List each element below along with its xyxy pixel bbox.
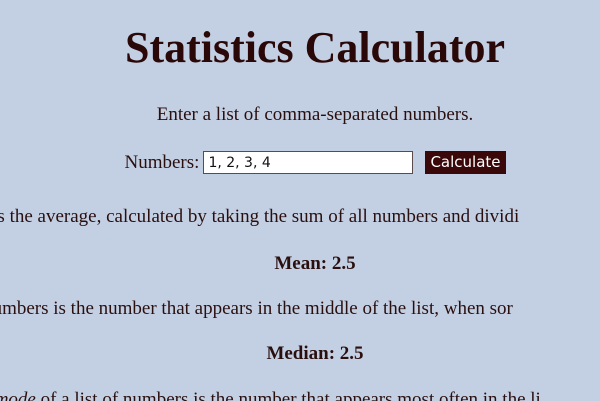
- numbers-label: Numbers:: [124, 151, 200, 173]
- page: Statistics Calculator Enter a list of co…: [0, 0, 600, 401]
- numbers-input[interactable]: [203, 151, 414, 174]
- mean-result: Mean: 2.5: [274, 253, 356, 274]
- median-description: f numbers is the number that appears in …: [0, 298, 513, 319]
- calculate-button[interactable]: Calculate: [425, 151, 506, 174]
- mode-description: he mode of a list of numbers is the numb…: [0, 388, 541, 401]
- numbers-form: Numbers: Calculate: [0, 151, 600, 174]
- mean-description: s is the average, calculated by taking t…: [0, 206, 520, 227]
- median-result: Median: 2.5: [266, 343, 364, 364]
- mode-term: mode: [0, 389, 36, 401]
- intro-text: Enter a list of comma-separated numbers.: [156, 104, 474, 125]
- page-title: Statistics Calculator: [124, 23, 506, 72]
- mode-suffix: of a list of numbers is the number that …: [35, 389, 541, 401]
